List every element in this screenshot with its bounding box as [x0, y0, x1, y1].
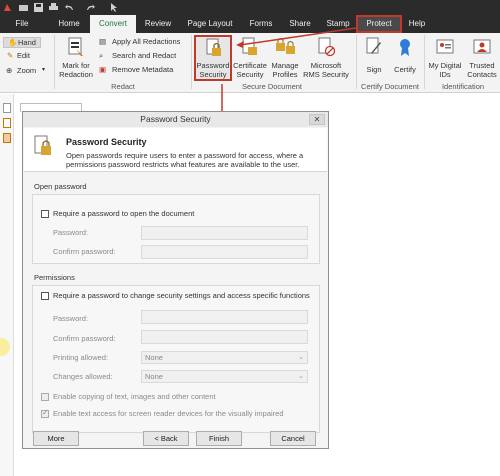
require-open-password-checkbox[interactable] [41, 210, 49, 218]
permissions-confirm-password-input[interactable] [141, 330, 308, 344]
back-button[interactable]: < Back [143, 431, 189, 446]
chevron-down-icon: ⌄ [298, 354, 304, 361]
close-button[interactable]: ✕ [309, 114, 325, 125]
open-confirm-password-input[interactable] [141, 245, 308, 259]
require-open-password-label: Require a password to open the document [53, 209, 195, 218]
open-password-input[interactable] [141, 226, 308, 240]
finish-button[interactable]: Finish [196, 431, 242, 446]
close-icon: ✕ [313, 115, 321, 124]
enable-copying-label: Enable copying of text, images and other… [53, 392, 216, 401]
open-password-section-label: Open password [34, 182, 87, 191]
enable-text-access-checkbox[interactable] [41, 408, 49, 418]
dialog-description: Open passwords require users to enter a … [66, 151, 304, 169]
cancel-button[interactable]: Cancel [270, 431, 316, 446]
lock-document-icon [34, 135, 52, 157]
dialog-heading: Password Security [66, 137, 147, 147]
left-panel-strip [0, 94, 14, 476]
enable-text-access-label: Enable text access for screen reader dev… [53, 409, 284, 418]
more-button[interactable]: More [33, 431, 79, 446]
arrow-head-icon [236, 41, 244, 48]
bookmark-icon[interactable] [3, 133, 11, 143]
arrow-to-password-security [239, 27, 357, 46]
printing-allowed-label: Printing allowed: [53, 353, 109, 362]
permissions-confirm-password-label: Confirm password: [53, 334, 116, 343]
enable-copying-checkbox[interactable] [41, 393, 49, 401]
page-thumbnail-icon[interactable] [3, 103, 11, 113]
changes-allowed-select[interactable]: None ⌄ [141, 370, 308, 383]
dialog-header: Password Security Open passwords require… [24, 128, 327, 172]
changes-allowed-value: None [145, 372, 163, 381]
require-permissions-password-label: Require a password to change security se… [53, 291, 310, 300]
open-password-label: Password: [53, 228, 89, 237]
changes-allowed-label: Changes allowed: [53, 372, 113, 381]
printing-allowed-value: None [145, 353, 163, 362]
attachment-icon[interactable] [3, 118, 11, 128]
chevron-down-icon: ⌄ [298, 373, 304, 380]
require-permissions-password-checkbox[interactable] [41, 292, 49, 300]
open-confirm-password-label: Confirm password: [53, 247, 116, 256]
password-security-dialog: Password Security ✕ Password Security Op… [22, 111, 329, 449]
permissions-password-input[interactable] [141, 310, 308, 324]
permissions-password-label: Password: [53, 314, 89, 323]
open-password-section: Require a password to open the document … [32, 194, 320, 264]
permissions-section-label: Permissions [34, 273, 75, 282]
permissions-section: Require a password to change security se… [32, 285, 320, 433]
dialog-title: Password Security [23, 112, 328, 127]
printing-allowed-select[interactable]: None ⌄ [141, 351, 308, 364]
